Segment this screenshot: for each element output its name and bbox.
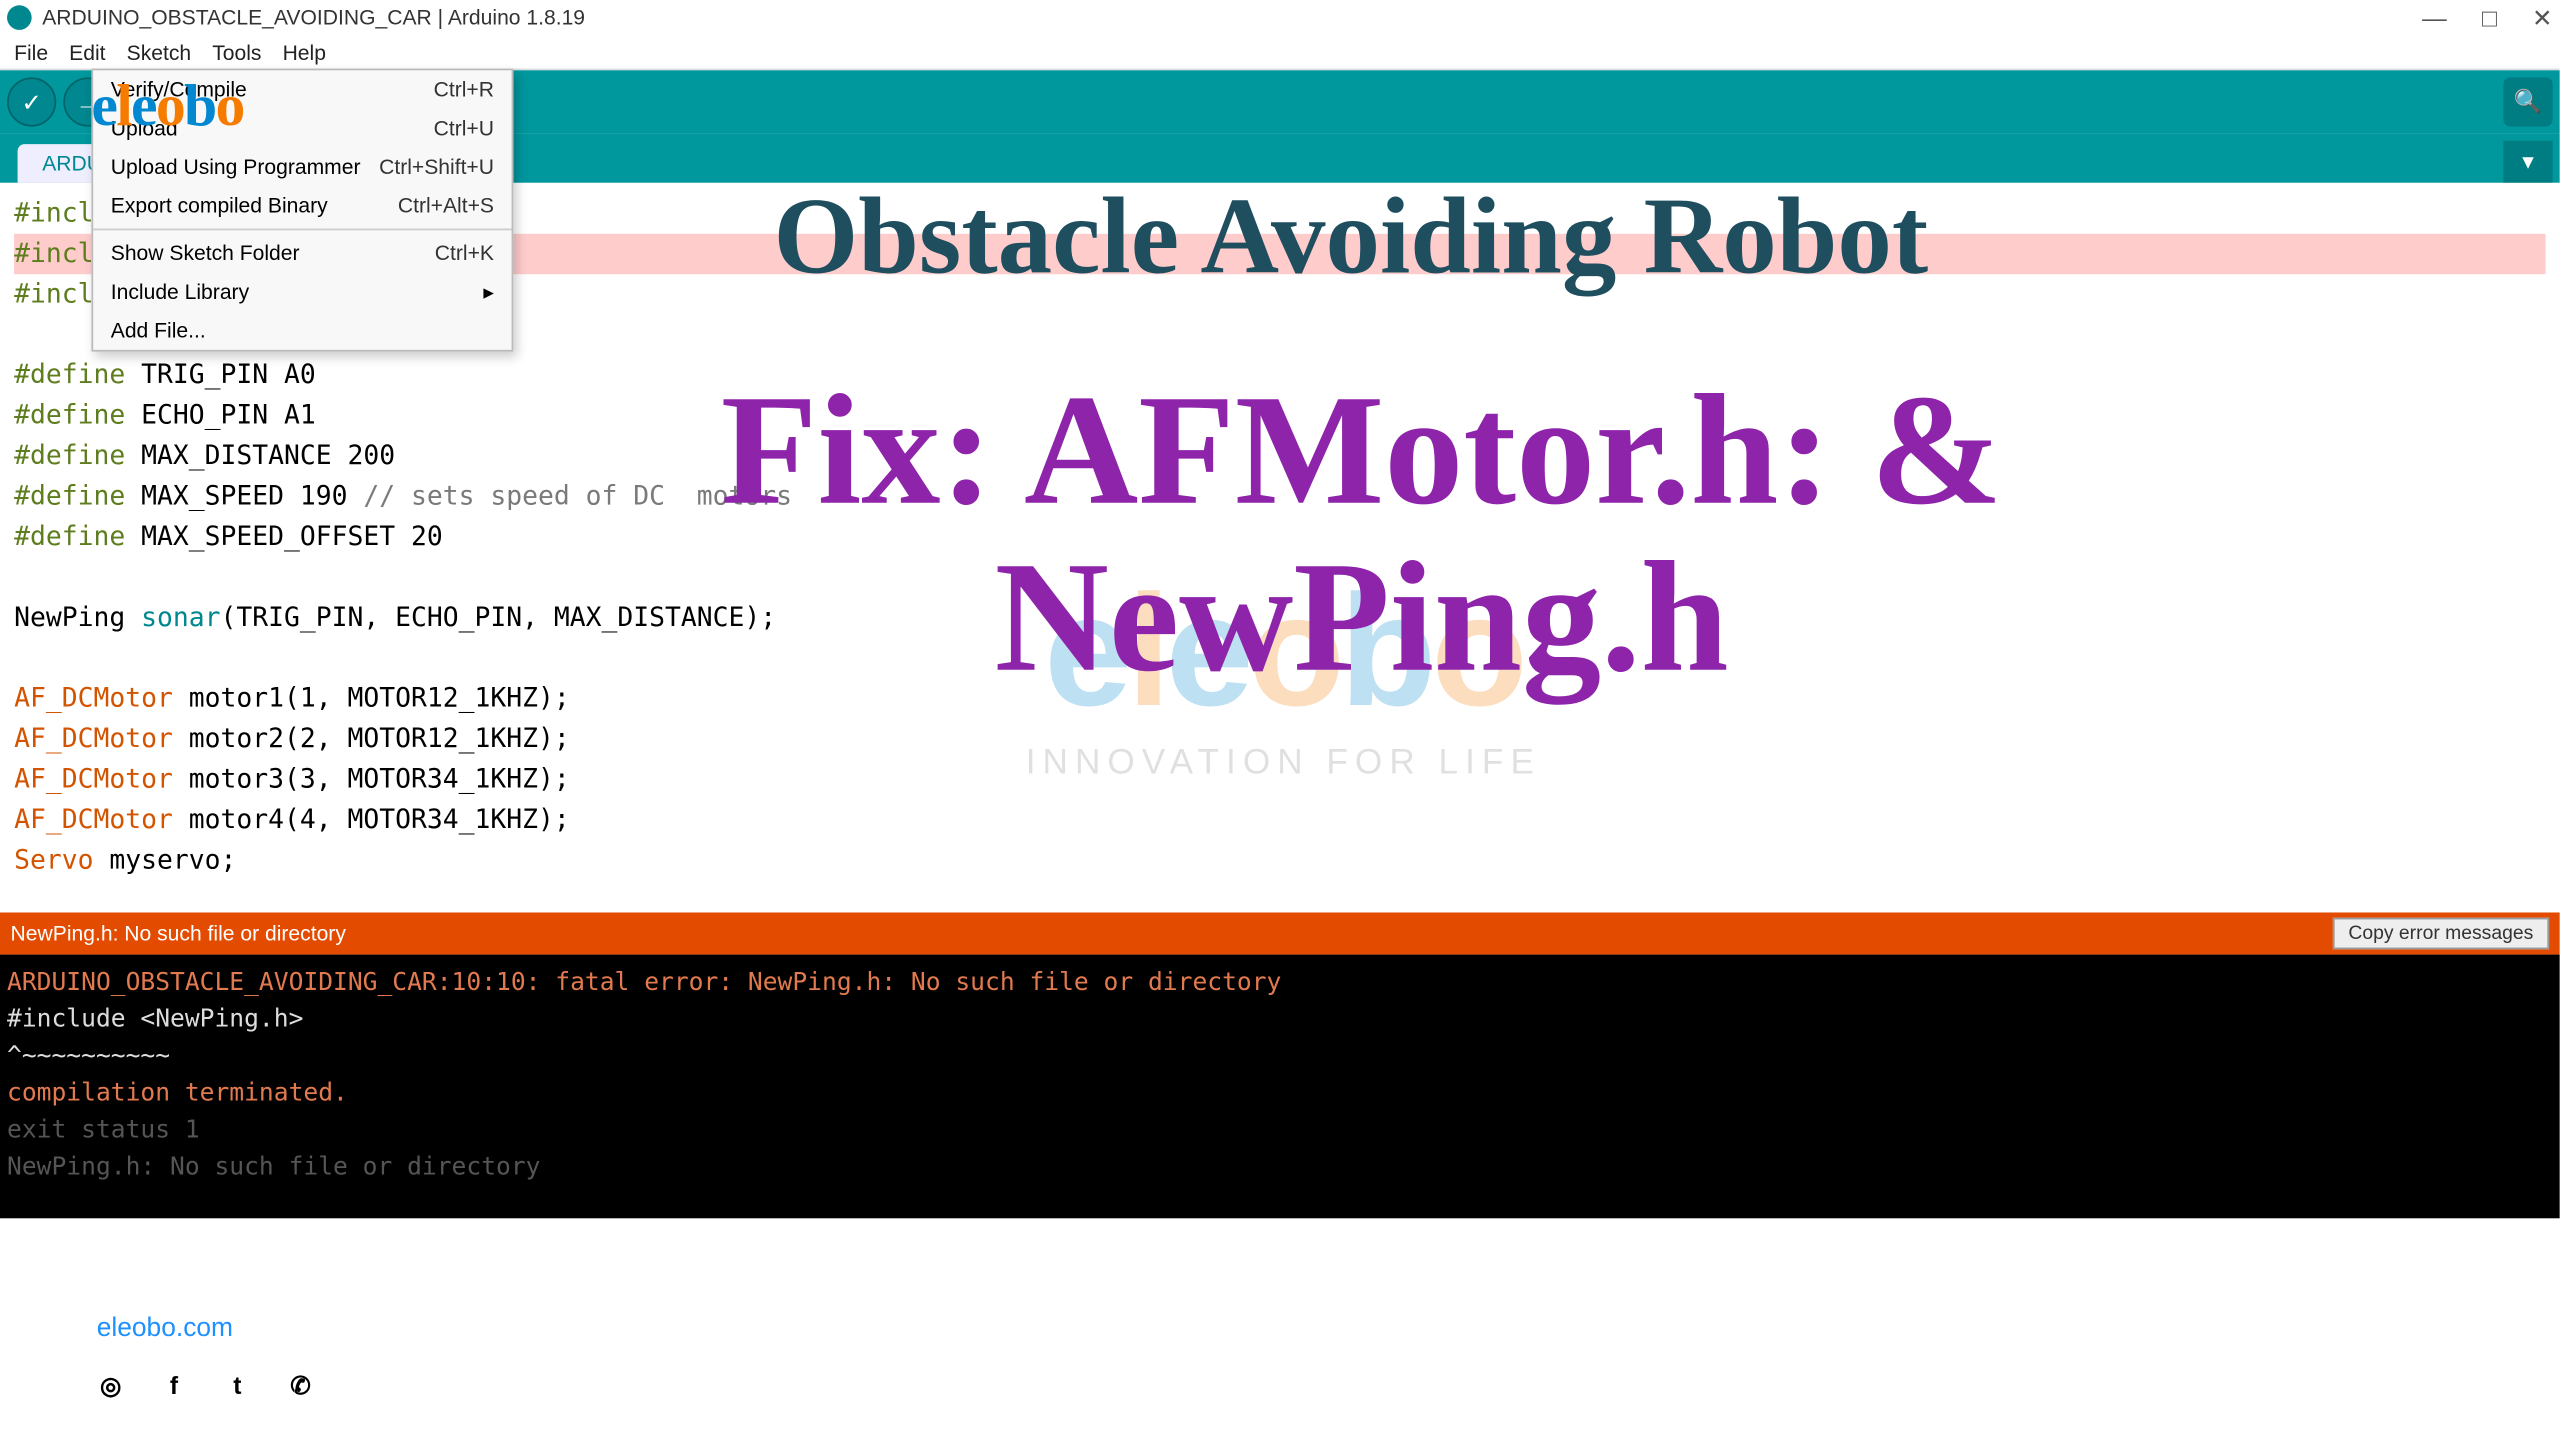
window-title: ARDUINO_OBSTACLE_AVOIDING_CAR | Arduino … [42, 5, 585, 30]
console-line: exit status 1 [7, 1113, 2553, 1150]
app-icon [7, 5, 32, 30]
submenu-arrow-icon: ▸ [483, 280, 494, 305]
status-message: NewPing.h: No such file or directory [11, 921, 346, 946]
facebook-icon[interactable]: f [151, 1362, 197, 1408]
console-line: ARDUINO_OBSTACLE_AVOIDING_CAR:10:10: fat… [7, 965, 2553, 1002]
video-title-text: Obstacle Avoiding Robot [774, 176, 1929, 301]
serial-monitor-button[interactable]: 🔍 [2503, 77, 2552, 126]
console-line: #include <NewPing.h> [7, 1002, 2553, 1039]
menu-edit[interactable]: Edit [59, 40, 116, 65]
menu-show-sketch-folder[interactable]: Show Sketch FolderCtrl+K [93, 234, 511, 273]
maximize-icon[interactable]: □ [2482, 3, 2497, 33]
twitter-icon[interactable]: t [214, 1362, 260, 1408]
copy-error-button[interactable]: Copy error messages [2333, 918, 2550, 950]
menu-help[interactable]: Help [272, 40, 336, 65]
window-titlebar: ARDUINO_OBSTACLE_AVOIDING_CAR | Arduino … [0, 0, 2560, 35]
output-console[interactable]: ARDUINO_OBSTACLE_AVOIDING_CAR:10:10: fat… [0, 955, 2560, 1219]
verify-button[interactable]: ✓ [7, 77, 56, 126]
minimize-icon[interactable]: — [2422, 3, 2447, 33]
status-bar: NewPing.h: No such file or directory Cop… [0, 912, 2560, 954]
menu-export-binary[interactable]: Export compiled BinaryCtrl+Alt+S [93, 186, 511, 225]
menu-file[interactable]: File [4, 40, 59, 65]
video-subtitle-text: Fix: AFMotor.h: & NewPing.h [721, 369, 2003, 701]
menubar: File Edit Sketch Tools Help [0, 35, 2560, 70]
tab-menu-button[interactable]: ▾ [2503, 141, 2552, 183]
eleobo-logo-overlay: eleobo [91, 74, 407, 141]
instagram-icon[interactable]: ◎ [88, 1362, 134, 1408]
console-line: compilation terminated. [7, 1076, 2553, 1113]
social-icons: ◎ f t ✆ [88, 1362, 324, 1408]
menu-add-file[interactable]: Add File... [93, 311, 511, 350]
menu-upload-programmer[interactable]: Upload Using ProgrammerCtrl+Shift+U [93, 148, 511, 187]
whatsapp-icon[interactable]: ✆ [278, 1362, 324, 1408]
menu-include-library[interactable]: Include Library▸ [93, 272, 511, 311]
close-icon[interactable]: ✕ [2532, 3, 2553, 33]
menu-tools[interactable]: Tools [202, 40, 272, 65]
console-line: ^~~~~~~~~~~ [7, 1039, 2553, 1076]
footer-url: eleobo.com [97, 1313, 233, 1343]
menu-separator [93, 229, 511, 231]
menu-sketch[interactable]: Sketch [116, 40, 202, 65]
console-line: NewPing.h: No such file or directory [7, 1150, 2553, 1187]
